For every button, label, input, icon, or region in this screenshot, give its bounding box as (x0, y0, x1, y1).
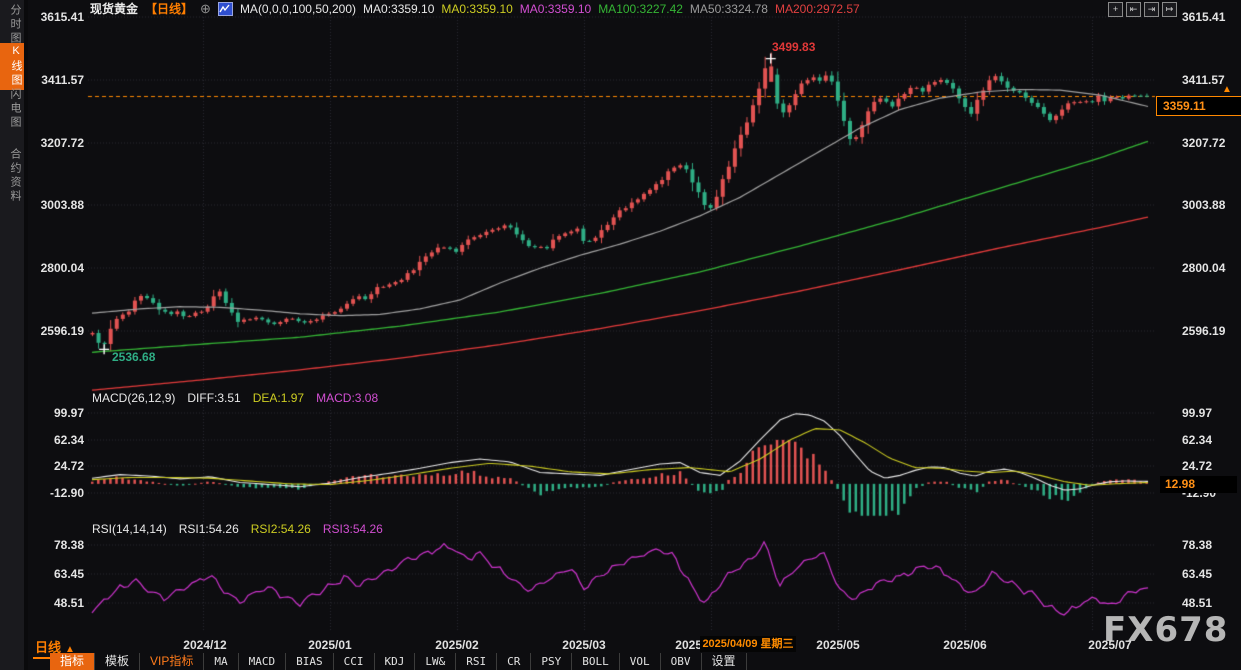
current-price-tag: 3359.11 (1156, 96, 1241, 116)
macd-axis-left: -12.90 (34, 486, 84, 500)
rsi-axis-left: 63.45 (34, 567, 84, 581)
date-label: 2025/02 (435, 638, 478, 652)
toolbar-item-vol[interactable]: VOL (620, 653, 661, 670)
pan-right-tool-icon[interactable]: ↦ (1162, 2, 1177, 17)
macd-dea-value: DEA:1.97 (253, 391, 304, 405)
macd-axis-right: 99.97 (1182, 406, 1212, 420)
rsi-axis-right: 78.38 (1182, 538, 1212, 552)
rsi-axis-left: 48.51 (34, 596, 84, 610)
price-axis-right: 3003.88 (1182, 198, 1225, 212)
macd-macd-value: MACD:3.08 (316, 391, 378, 405)
chart-tools: + ⇤ ⇥ ↦ (1108, 2, 1177, 17)
macd-axis-right: 24.72 (1182, 459, 1212, 473)
kline-app: 分时图 K线图 闪电图 合约资料 现货黄金 【日线】 ⊕ MA(0,0,0,10… (0, 0, 1241, 670)
ma200-value: MA200:2972.57 (775, 2, 860, 16)
ma0-magenta-value: MA0:3359.10 (520, 2, 591, 16)
price-marker-icon: ▲ (1222, 84, 1232, 95)
rsi3-value: RSI3:54.26 (323, 522, 383, 536)
rsi-axis-right: 63.45 (1182, 567, 1212, 581)
period-tag: 【日线】 (145, 0, 193, 17)
rsi-title: RSI(14,14,14) (92, 522, 167, 536)
macd-axis-left: 62.34 (34, 433, 84, 447)
crosshair-date-tag: 2025/04/09 星期三 (700, 636, 796, 652)
macd-diff-value: DIFF:3.51 (187, 391, 240, 405)
price-axis-left: 3003.88 (34, 198, 84, 212)
sidebar: 分时图 K线图 闪电图 合约资料 (0, 0, 28, 670)
toolbar-item-settings[interactable]: 设置 (702, 653, 747, 670)
rsi2-value: RSI2:54.26 (251, 522, 311, 536)
sidebar-item-lightning-chart[interactable]: 闪电图 (1, 88, 23, 130)
date-label: 2025/01 (308, 638, 351, 652)
date-label: 2025/07 (1088, 638, 1131, 652)
price-axis-left: 2596.19 (34, 324, 84, 338)
macd-header: MACD(26,12,9) DIFF:3.51 DEA:1.97 MACD:3.… (92, 391, 378, 405)
ma0-yellow-value: MA0:3359.10 (441, 2, 512, 16)
toolbar-item-boll[interactable]: BOLL (572, 653, 620, 670)
price-axis-left: 2800.04 (34, 261, 84, 275)
ma50-value: MA50:3324.78 (690, 2, 768, 16)
price-axis-right: 3207.72 (1182, 136, 1225, 150)
symbol-name: 现货黄金 (90, 0, 138, 17)
price-axis-right: 3411.57 (1182, 73, 1225, 87)
price-axis-right: 3615.41 (1182, 10, 1225, 24)
toolbar-item-macd[interactable]: MACD (239, 653, 287, 670)
price-axis-right: 2800.04 (1182, 261, 1225, 275)
move-tool-icon[interactable]: + (1108, 2, 1123, 17)
price-axis-left: 3411.57 (34, 73, 84, 87)
toolbar-item-kdj[interactable]: KDJ (375, 653, 416, 670)
price-axis-left: 3615.41 (34, 10, 84, 24)
macd-axis-left: 24.72 (34, 459, 84, 473)
ma100-value: MA100:3227.42 (598, 2, 683, 16)
rsi-header: RSI(14,14,14) RSI1:54.26 RSI2:54.26 RSI3… (92, 522, 383, 536)
rsi1-value: RSI1:54.26 (179, 522, 239, 536)
sidebar-item-contract-info[interactable]: 合约资料 (1, 148, 23, 204)
toolbar-item-cci[interactable]: CCI (334, 653, 375, 670)
macd-axis-left: 99.97 (34, 406, 84, 420)
date-label: 2025/03 (562, 638, 605, 652)
ma-settings-label: MA(0,0,0,100,50,200) (240, 2, 356, 16)
ma0-value: MA0:3359.10 (363, 2, 434, 16)
macd-current-tag: 12.98 (1160, 476, 1237, 493)
toolbar-item-lwr[interactable]: LW& (415, 653, 456, 670)
sidebar-item-kline-chart[interactable]: K线图 (0, 43, 24, 90)
price-axis-right: 2596.19 (1182, 324, 1225, 338)
macd-axis-right: 62.34 (1182, 433, 1212, 447)
date-label: 2024/12 (183, 638, 226, 652)
date-label: 2025/05 (816, 638, 859, 652)
toolbar-item-template[interactable]: 模板 (95, 653, 140, 670)
add-compare-icon[interactable]: ⊕ (200, 1, 211, 17)
toolbar-item-indicator[interactable]: 指标 (50, 653, 95, 670)
sidebar-item-time-chart[interactable]: 分时图 (1, 4, 23, 46)
rsi-axis-left: 78.38 (34, 538, 84, 552)
indicator-toolbar: 指标 模板 VIP指标 MA MACD BIAS CCI KDJ LW& RSI… (50, 653, 747, 670)
chart-header: 现货黄金 【日线】 ⊕ MA(0,0,0,100,50,200) MA0:335… (90, 1, 860, 16)
toolbar-item-vip-indicator[interactable]: VIP指标 (140, 653, 204, 670)
date-label: 2025/06 (943, 638, 986, 652)
toolbar-item-bias[interactable]: BIAS (286, 653, 334, 670)
macd-title: MACD(26,12,9) (92, 391, 175, 405)
low-annotation: 2536.68 (112, 350, 155, 364)
toolbar-item-cr[interactable]: CR (497, 653, 531, 670)
zoom-in-tool-icon[interactable]: ⇤ (1126, 2, 1141, 17)
rsi-axis-right: 48.51 (1182, 596, 1212, 610)
toolbar-item-ma[interactable]: MA (204, 653, 238, 670)
toolbar-item-psy[interactable]: PSY (531, 653, 572, 670)
toolbar-item-obv[interactable]: OBV (661, 653, 702, 670)
kline-chart-canvas[interactable] (0, 0, 1241, 670)
indicator-chart-icon[interactable] (218, 2, 233, 16)
price-axis-left: 3207.72 (34, 136, 84, 150)
high-annotation: 3499.83 (772, 40, 815, 54)
toolbar-item-rsi[interactable]: RSI (456, 653, 497, 670)
zoom-out-tool-icon[interactable]: ⇥ (1144, 2, 1159, 17)
